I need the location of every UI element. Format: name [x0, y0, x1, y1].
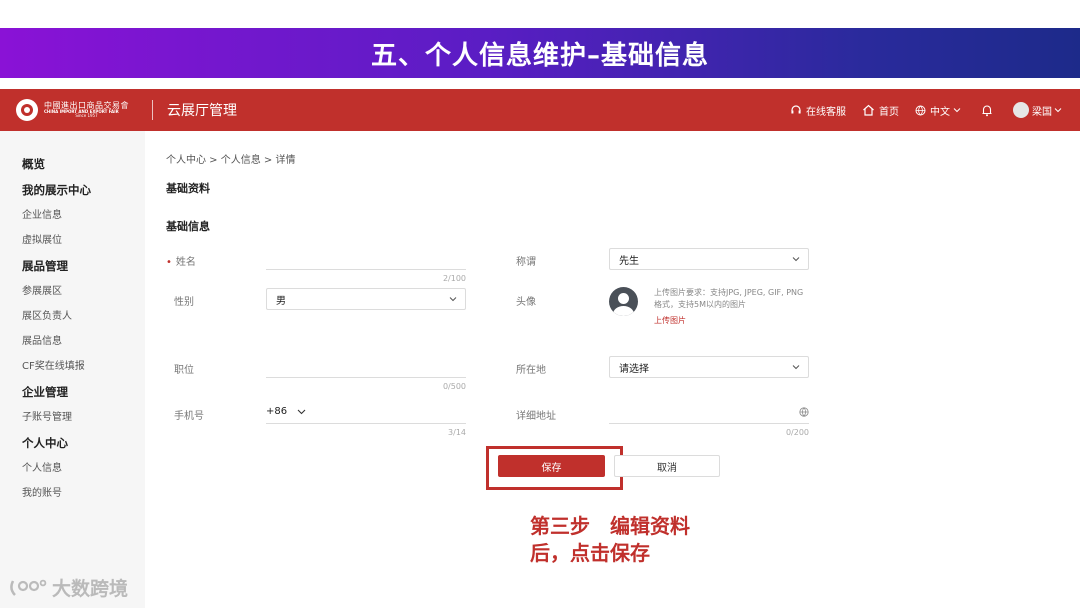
slide-banner: 五、个人信息维护–基础信息: [0, 28, 1080, 78]
title-label: 称谓: [516, 257, 536, 268]
sidebar-group-personal[interactable]: 个人中心: [0, 430, 145, 456]
upload-image-link[interactable]: 上传图片: [654, 315, 686, 326]
step-annotation: 第三步 编辑资料 后，点击保存: [530, 513, 690, 567]
sidebar-item-sub-accounts[interactable]: 子账号管理: [0, 405, 145, 430]
address-counter: 0/200: [785, 428, 809, 437]
name-label-text: 姓名: [175, 257, 196, 268]
location-select[interactable]: 请选择: [609, 356, 809, 378]
annotation-line-2: 后，点击保存: [530, 541, 650, 565]
position-label: 职位: [174, 365, 194, 376]
logo-since: Since 1957: [75, 113, 98, 119]
language-switcher[interactable]: 中文: [915, 103, 965, 118]
globe-icon: [915, 105, 926, 116]
logo-text: 中國進出口商品交易會 CHINA IMPORT AND EXPORT FAIR …: [44, 101, 129, 119]
chevron-down-icon: [792, 257, 800, 262]
name-label: • 姓名: [166, 253, 196, 268]
avatar-label: 头像: [516, 297, 536, 308]
app-title: 云展厅管理: [167, 103, 237, 119]
name-input[interactable]: [266, 252, 466, 270]
watermark: 大数跨境: [8, 574, 128, 601]
title-select[interactable]: 先生: [609, 248, 809, 270]
sidebar-item-personal-info[interactable]: 个人信息: [0, 456, 145, 481]
online-service-label: 在线客服: [806, 106, 846, 118]
required-mark: •: [166, 257, 172, 268]
flower-emblem-icon: [16, 99, 38, 121]
sidebar-item-overview[interactable]: 概览: [0, 151, 145, 177]
section-basic-profile: 基础资料: [166, 182, 210, 195]
gender-label: 性别: [174, 297, 194, 308]
sidebar-group-company[interactable]: 企业管理: [0, 379, 145, 405]
breadcrumb: 个人中心 > 个人信息 > 详情: [166, 155, 296, 166]
user-menu[interactable]: 梁国: [1013, 102, 1066, 118]
sidebar-item-my-account[interactable]: 我的账号: [0, 481, 145, 506]
sidebar-group-showcase[interactable]: 我的展示中心: [0, 177, 145, 203]
location-label: 所在地: [516, 365, 546, 376]
sidebar-item-company-info[interactable]: 企业信息: [0, 203, 145, 228]
save-button[interactable]: 保存: [498, 455, 605, 477]
notifications-button[interactable]: [981, 104, 997, 117]
cancel-button[interactable]: 取消: [614, 455, 720, 477]
sidebar-item-product-info[interactable]: 展品信息: [0, 329, 145, 354]
app-header: 中國進出口商品交易會 CHINA IMPORT AND EXPORT FAIR …: [0, 89, 1080, 131]
gender-value: 男: [276, 295, 286, 307]
home-icon: [863, 104, 874, 116]
phone-label: 手机号: [174, 411, 204, 422]
upload-hint: 上传图片要求：支持JPG, JPEG, GIF, PNG格式，支持5M以内的图片: [654, 288, 804, 309]
header-actions: 在线客服 首页 中文 梁国: [774, 102, 1080, 118]
sidebar: 概览 我的展示中心 企业信息 虚拟展位 展品管理 参展展区 展区负责人 展品信息…: [0, 131, 145, 608]
name-counter: 2/100: [442, 274, 466, 283]
address-input[interactable]: [609, 406, 809, 424]
online-service-link[interactable]: 在线客服: [790, 103, 846, 118]
position-input[interactable]: [266, 360, 466, 378]
position-counter: 0/500: [442, 382, 466, 391]
chevron-down-icon: [792, 365, 800, 370]
banner-title: 五、个人信息维护–基础信息: [370, 40, 709, 71]
chevron-down-icon: [1054, 108, 1062, 113]
avatar-placeholder-icon: [609, 287, 638, 316]
chevron-down-icon: [449, 297, 457, 302]
home-link[interactable]: 首页: [862, 103, 899, 118]
bell-icon: [982, 104, 992, 116]
user-avatar: [1013, 102, 1029, 118]
canton-fair-logo[interactable]: 中國進出口商品交易會 CHINA IMPORT AND EXPORT FAIR …: [16, 99, 144, 121]
header-divider: [152, 100, 153, 120]
home-label: 首页: [879, 106, 899, 118]
location-value: 请选择: [619, 363, 649, 375]
sidebar-group-products[interactable]: 展品管理: [0, 253, 145, 279]
section-basic-info: 基础信息: [166, 220, 210, 233]
watermark-logo-icon: [10, 579, 47, 596]
sidebar-item-zone-manager[interactable]: 展区负责人: [0, 304, 145, 329]
address-label: 详细地址: [516, 411, 556, 422]
slide: 五、个人信息维护–基础信息 中國進出口商品交易會 CHINA IMPORT AN…: [0, 0, 1080, 608]
language-label: 中文: [930, 106, 950, 118]
gender-select[interactable]: 男: [266, 288, 466, 310]
phone-counter: 3/14: [448, 428, 466, 437]
title-value: 先生: [619, 255, 639, 267]
chevron-down-icon: [953, 108, 961, 113]
phone-input[interactable]: [266, 406, 466, 424]
sidebar-item-exhibit-zone[interactable]: 参展展区: [0, 279, 145, 304]
sidebar-item-cf-award[interactable]: CF奖在线填报: [0, 354, 145, 379]
watermark-text: 大数跨境: [52, 578, 129, 600]
user-name: 梁国: [1032, 106, 1052, 118]
headset-icon: [791, 105, 801, 114]
sidebar-item-virtual-booth[interactable]: 虚拟展位: [0, 228, 145, 253]
globe-icon: [799, 407, 809, 417]
annotation-line-1: 第三步 编辑资料: [530, 514, 690, 538]
